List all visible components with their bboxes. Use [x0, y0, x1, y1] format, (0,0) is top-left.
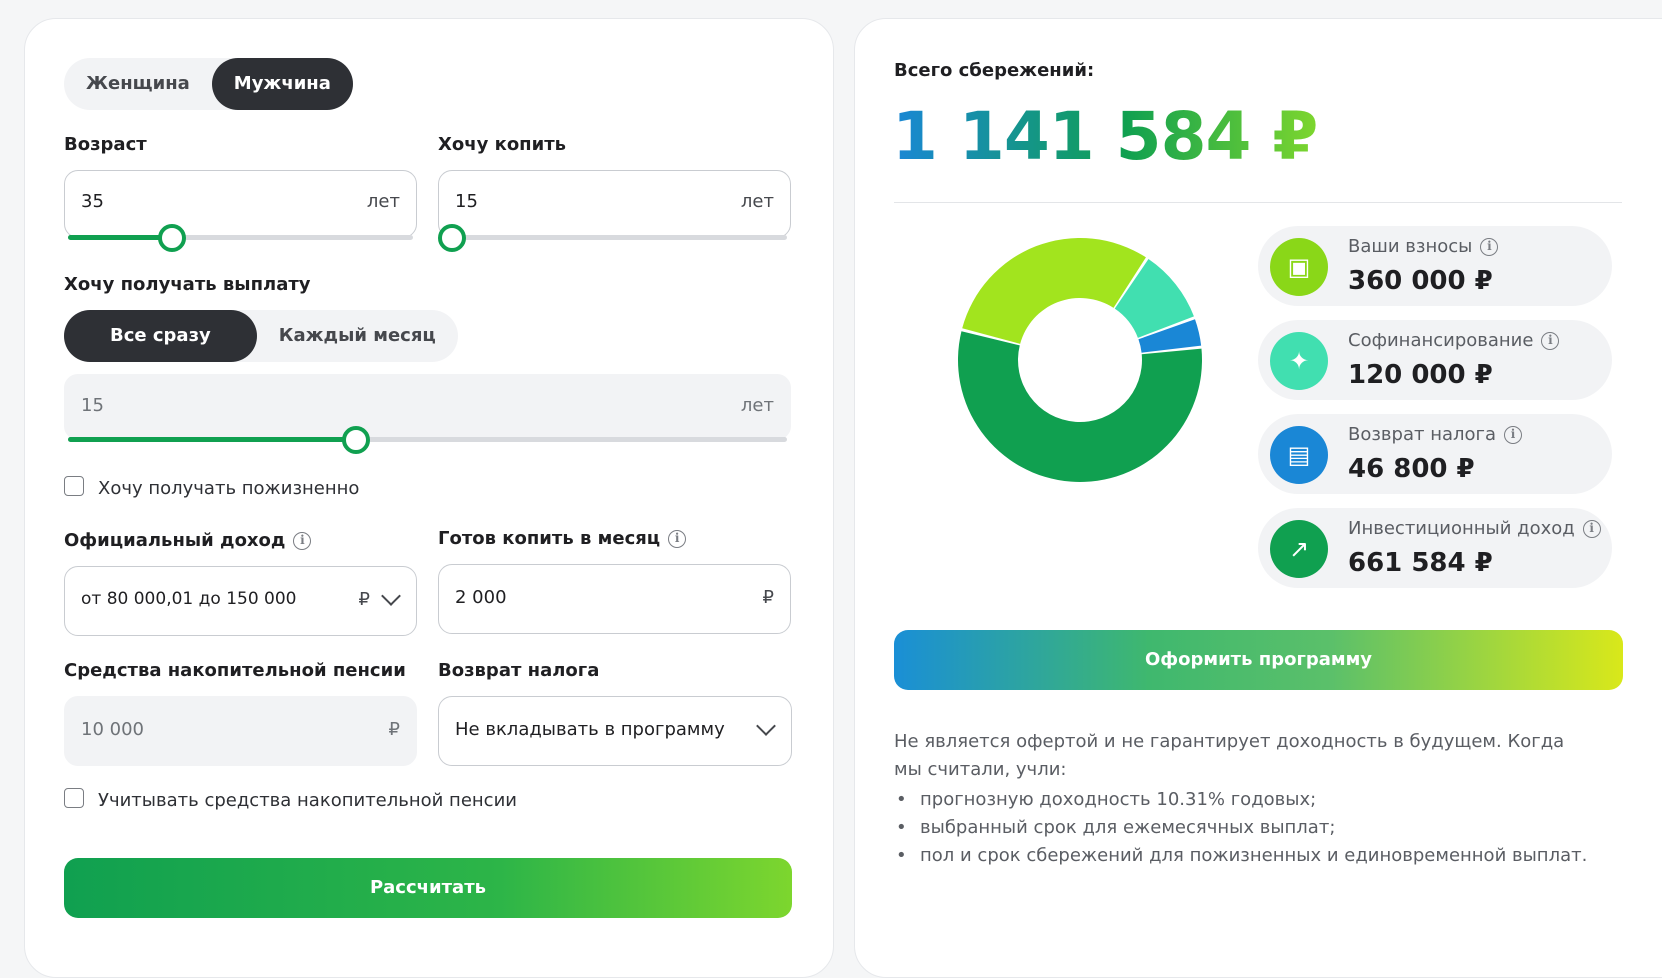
disclaimer-item: прогнозную доходность 10.31% годовых;: [896, 786, 1594, 814]
income-select[interactable]: от 80 000,01 до 150 000 ₽: [64, 566, 417, 636]
monthly-currency: ₽: [762, 587, 774, 608]
payout-years-slider-fill: [68, 437, 356, 442]
monthly-info-icon[interactable]: i: [668, 530, 687, 548]
monthly-label: Готов копить в месяц i: [438, 528, 687, 549]
pension-currency: ₽: [388, 719, 400, 740]
info-icon[interactable]: i: [1582, 520, 1601, 538]
tax-label: Возврат налога: [438, 660, 600, 681]
stat-value: 46 800 ₽: [1348, 454, 1475, 484]
disclaimer-intro: Не является офертой и не гарантирует дох…: [894, 731, 1565, 780]
income-currency: ₽: [358, 589, 370, 610]
income-label-text: Официальный доход: [64, 530, 286, 551]
stat-value: 120 000 ₽: [1348, 360, 1493, 390]
gender-toggle: Женщина Мужчина: [64, 58, 353, 110]
pension-input[interactable]: 10 000 ₽: [64, 696, 417, 766]
age-unit: лет: [366, 191, 400, 212]
chevron-down-icon: [381, 586, 401, 606]
total-label: Всего сбережений:: [894, 60, 1095, 81]
payout-years-unit: лет: [740, 395, 774, 416]
stat-title-text: Возврат налога: [1348, 424, 1497, 445]
info-icon[interactable]: i: [1480, 238, 1499, 256]
use-pension-checkbox[interactable]: [64, 788, 84, 808]
wallet-icon: ▣: [1270, 238, 1328, 296]
disclaimer-item: пол и срок сбережений для пожизненных и …: [896, 842, 1594, 870]
payout-years-value: 15: [81, 395, 104, 416]
stat-cofinancing: ✦ Софинансирование i 120 000 ₽: [1258, 320, 1612, 400]
stat-value: 661 584 ₽: [1348, 548, 1493, 578]
total-value: 1 141 584 ₽: [892, 98, 1318, 175]
stat-investment-income: ↗ Инвестиционный доход i 661 584 ₽: [1258, 508, 1612, 588]
receipt-icon: ▤: [1270, 426, 1328, 484]
disclaimer-item: выбранный срок для ежемесячных выплат;: [896, 814, 1594, 842]
use-pension-label: Учитывать средства накопительной пенсии: [98, 790, 517, 811]
age-label: Возраст: [64, 134, 147, 155]
payout-all-option[interactable]: Все сразу: [64, 310, 257, 362]
payout-monthly-option[interactable]: Каждый месяц: [257, 310, 458, 362]
age-field[interactable]: 35 лет: [64, 170, 417, 238]
lifelong-label: Хочу получать пожизненно: [98, 478, 360, 499]
save-years-field[interactable]: 15 лет: [438, 170, 791, 238]
divider: [894, 202, 1622, 203]
stat-title-text: Ваши взносы: [1348, 236, 1473, 257]
save-years-label: Хочу копить: [438, 134, 567, 155]
pension-label: Средства накопительной пенсии: [64, 660, 406, 681]
lifelong-checkbox[interactable]: [64, 476, 84, 496]
payout-years-slider-thumb[interactable]: [341, 426, 370, 454]
stat-title: Возврат налога i: [1348, 424, 1523, 445]
save-years-unit: лет: [740, 191, 774, 212]
monthly-value: 2 000: [455, 587, 507, 608]
tax-select[interactable]: Не вкладывать в программу: [438, 696, 792, 766]
age-value: 35: [81, 191, 104, 212]
gender-male-option[interactable]: Мужчина: [211, 58, 353, 110]
stat-title: Софинансирование i: [1348, 330, 1560, 351]
emblem-icon: ✦: [1270, 332, 1328, 390]
stat-title: Инвестиционный доход i: [1348, 518, 1601, 539]
payout-label: Хочу получать выплату: [64, 274, 311, 295]
stat-contributions: ▣ Ваши взносы i 360 000 ₽: [1258, 226, 1612, 306]
income-label: Официальный доход i: [64, 530, 312, 551]
monthly-label-text: Готов копить в месяц: [438, 528, 661, 549]
save-years-value: 15: [455, 191, 478, 212]
save-years-slider-track[interactable]: [442, 235, 787, 240]
trend-up-icon: ↗: [1270, 520, 1328, 578]
stat-title: Ваши взносы i: [1348, 236, 1499, 257]
disclaimer: Не является офертой и не гарантирует дох…: [894, 728, 1594, 870]
income-info-icon[interactable]: i: [293, 532, 312, 550]
stat-title-text: Инвестиционный доход: [1348, 518, 1575, 539]
info-icon[interactable]: i: [1541, 332, 1560, 350]
stat-title-text: Софинансирование: [1348, 330, 1534, 351]
savings-donut-chart: [957, 238, 1202, 483]
age-slider-fill: [68, 235, 172, 240]
monthly-input[interactable]: 2 000 ₽: [438, 564, 791, 634]
stat-value: 360 000 ₽: [1348, 266, 1493, 296]
save-years-slider-thumb[interactable]: [438, 224, 466, 252]
calculate-button[interactable]: Рассчитать: [64, 858, 792, 918]
chevron-down-icon: [756, 716, 776, 736]
gender-female-option[interactable]: Женщина: [64, 58, 212, 110]
pension-value: 10 000: [81, 719, 144, 740]
payout-years-field[interactable]: 15 лет: [64, 374, 791, 440]
payout-toggle: Все сразу Каждый месяц: [64, 310, 458, 362]
age-slider-thumb[interactable]: [157, 224, 186, 252]
donut-slice-1: [962, 238, 1146, 344]
tax-value: Не вкладывать в программу: [455, 719, 725, 740]
donut-slice-4: [957, 331, 1202, 483]
apply-program-button[interactable]: Оформить программу: [894, 630, 1623, 690]
income-value: от 80 000,01 до 150 000: [81, 589, 297, 609]
info-icon[interactable]: i: [1504, 426, 1523, 444]
stat-tax-refund: ▤ Возврат налога i 46 800 ₽: [1258, 414, 1612, 494]
